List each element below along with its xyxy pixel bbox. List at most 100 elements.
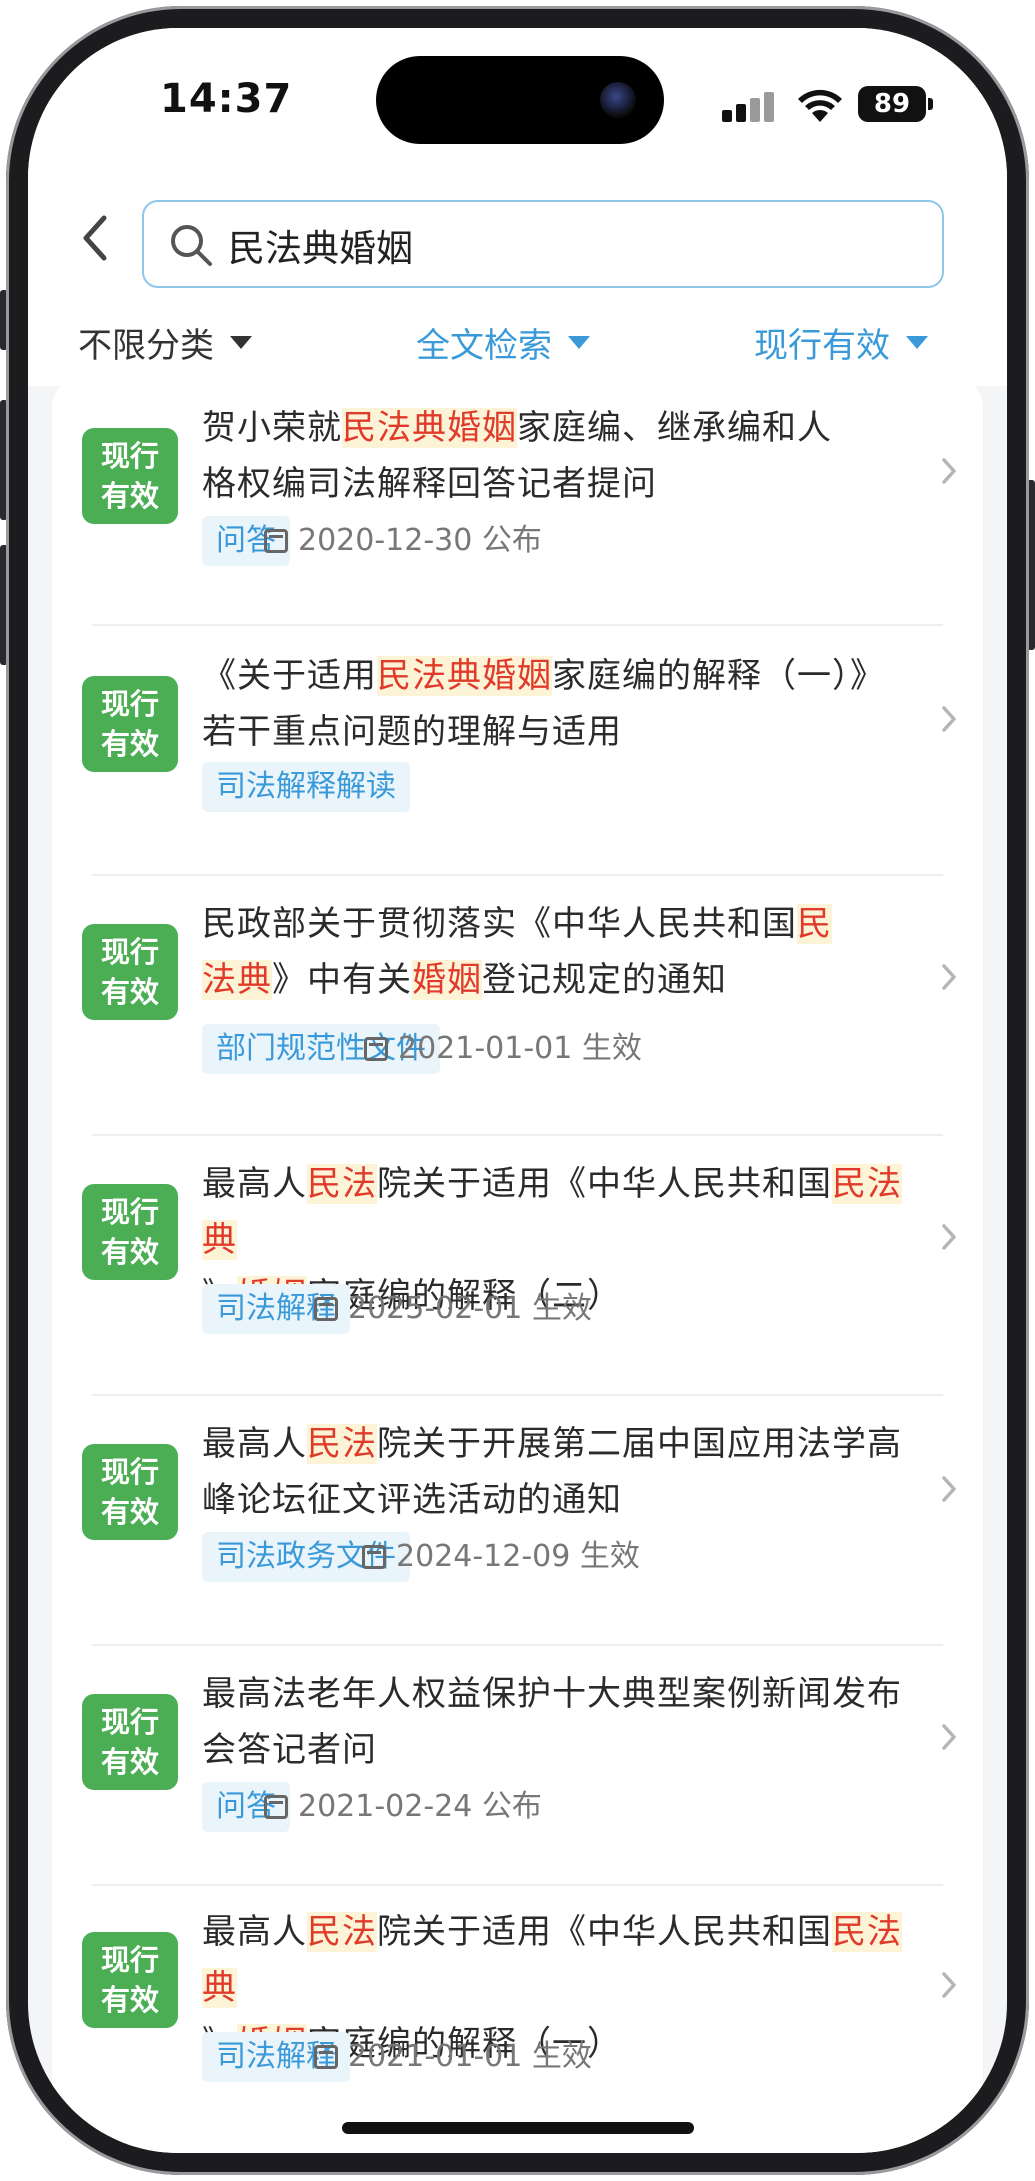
status-badge: 现行 有效	[82, 428, 178, 524]
result-title: 最高法老年人权益保护十大典型案例新闻发布会答记者问	[202, 1666, 902, 1778]
status-badge-text: 有效	[100, 1745, 159, 1779]
status-badge-text: 现行	[100, 439, 159, 473]
status-badge-text: 有效	[100, 1235, 159, 1269]
filter-search-mode[interactable]: 全文检索	[416, 318, 590, 367]
filter-search-mode-label: 全文检索	[416, 326, 552, 366]
cellular-signal-icon	[722, 88, 778, 122]
result-date-text: 2020-12-30 公布	[298, 523, 542, 558]
status-badge: 现行 有效	[82, 924, 178, 1020]
result-date: 2020-12-30 公布	[264, 516, 542, 566]
result-date: 2021-01-01 生效	[314, 2032, 592, 2082]
chevron-right-icon	[942, 1224, 956, 1250]
filter-status[interactable]: 现行有效	[754, 318, 928, 367]
title-text: 格权编司法解释回答记者提问	[202, 464, 657, 504]
status-badge-text: 有效	[100, 975, 159, 1009]
list-divider	[92, 1644, 943, 1646]
status-badge-text: 现行	[100, 1455, 159, 1489]
caret-down-icon	[906, 336, 928, 349]
title-text: 最高人	[202, 1912, 307, 1952]
list-divider	[92, 874, 943, 876]
title-text: 》中有关	[272, 960, 412, 1000]
title-text: 登记规定的通知	[482, 960, 727, 1000]
category-tag: 司法解释解读	[202, 762, 410, 812]
list-item[interactable]: 现行 有效 民政部关于贯彻落实《中华人民共和国民 法典》中有关婚姻登记规定的通知 部门规…	[52, 878, 983, 1136]
battery-tip	[928, 98, 933, 110]
title-text: 民政部关于贯彻落实《中华人民共和国	[202, 904, 797, 944]
result-title: 民政部关于贯彻落实《中华人民共和国民 法典》中有关婚姻登记规定的通知	[202, 896, 902, 1008]
status-badge-text: 有效	[100, 479, 159, 513]
status-time: 14:37	[160, 76, 293, 122]
title-text: 《关于适用	[202, 656, 377, 696]
title-highlight: 民法典婚姻	[342, 408, 517, 448]
list-item[interactable]: 现行 有效 《关于适用民法典婚姻家庭编的解释（一）》若干重点问题的理解与适用 司法解释…	[52, 630, 983, 876]
caret-down-icon	[230, 336, 252, 349]
search-box[interactable]	[142, 200, 944, 288]
result-title: 《关于适用民法典婚姻家庭编的解释（一）》若干重点问题的理解与适用	[202, 648, 902, 760]
chevron-right-icon	[942, 964, 956, 990]
calendar-icon	[362, 1545, 386, 1569]
status-bar: 14:37 89	[28, 28, 1007, 168]
results-list: 现行 有效 贺小荣就民法典婚姻家庭编、继承编和人 格权编司法解释回答记者提问 问答 202…	[52, 380, 983, 2153]
list-item[interactable]: 现行 有效 最高法老年人权益保护十大典型案例新闻发布会答记者问 问答 2021-02-2…	[52, 1648, 983, 1886]
filter-category[interactable]: 不限分类	[78, 318, 252, 367]
phone: 14:37 89 民法典婚姻 不限分类 全文检索 现行有效 现行 有效 贺小荣就…	[0, 0, 1035, 2181]
result-date-text: 2021-01-01 生效	[348, 2039, 592, 2074]
title-text: 院关于适用《中华人民共和国	[377, 1912, 832, 1952]
result-date: 2021-02-24 公布	[264, 1782, 542, 1832]
calendar-icon	[264, 529, 288, 553]
chevron-right-icon	[942, 1972, 956, 1998]
status-badge-text: 现行	[100, 1943, 159, 1977]
chevron-right-icon	[942, 1724, 956, 1750]
search-icon	[171, 225, 212, 266]
title-text: 院关于适用《中华人民共和国	[377, 1164, 832, 1204]
calendar-icon	[364, 1037, 388, 1061]
status-badge: 现行 有效	[82, 676, 178, 772]
title-text: 贺小荣就	[202, 408, 342, 448]
status-badge-text: 现行	[100, 1705, 159, 1739]
battery-icon: 89	[858, 86, 926, 122]
home-indicator[interactable]	[342, 2122, 694, 2134]
camera-icon	[600, 82, 636, 118]
title-highlight: 民法	[307, 1164, 377, 1204]
title-highlight: 民法	[307, 1912, 377, 1952]
status-badge-text: 现行	[100, 687, 159, 721]
status-badge-text: 有效	[100, 727, 159, 761]
title-text: 最高人	[202, 1424, 307, 1464]
filter-bar: 不限分类 全文检索 现行有效	[28, 318, 1007, 378]
result-title: 贺小荣就民法典婚姻家庭编、继承编和人格权编司法解释回答记者提问	[202, 400, 902, 512]
chevron-right-icon	[942, 458, 956, 484]
list-divider	[92, 1134, 943, 1136]
search-input[interactable]	[228, 216, 928, 274]
title-text: 最高法老年人权益保护十大典型案例新闻发	[202, 1674, 867, 1714]
calendar-icon	[314, 1297, 338, 1321]
calendar-icon	[264, 1795, 288, 1819]
result-date: 2025-02-01 生效	[314, 1284, 592, 1334]
status-badge-text: 现行	[100, 935, 159, 969]
result-title: 最高人民法院关于开展第二届中国应用法学高峰论坛征文评选活动的通知	[202, 1416, 902, 1528]
title-highlight: 民	[797, 904, 832, 944]
calendar-icon	[314, 2045, 338, 2069]
chevron-right-icon	[942, 1476, 956, 1502]
chevron-right-icon	[942, 706, 956, 732]
status-badge-text: 现行	[100, 1195, 159, 1229]
title-text: 家庭编、继承编和人	[517, 408, 832, 448]
result-date: 2024-12-09 生效	[362, 1532, 640, 1582]
list-divider	[92, 624, 943, 626]
filter-category-label: 不限分类	[78, 326, 214, 366]
result-date-text: 2024-12-09 生效	[396, 1539, 640, 1574]
list-item[interactable]: 现行 有效 贺小荣就民法典婚姻家庭编、继承编和人 格权编司法解释回答记者提问 问答 202…	[52, 380, 983, 626]
status-badge: 现行 有效	[82, 1694, 178, 1790]
list-item[interactable]: 现行有效最高人民法院关于适用《中华人民共和国民法典》婚姻家庭编的解释（一）司法解…	[52, 1886, 983, 2153]
result-date-text: 2021-01-01 生效	[398, 1031, 642, 1066]
result-date-text: 2025-02-01 生效	[348, 1291, 592, 1326]
title-text: 家庭编的解释	[552, 656, 762, 696]
back-chevron-icon[interactable]	[72, 208, 120, 268]
status-badge-text: 有效	[100, 1983, 159, 2017]
status-badge: 现行 有效	[82, 1444, 178, 1540]
list-item[interactable]: 现行 有效 最高人民法院关于开展第二届中国应用法学高峰论坛征文评选活动的通知 司法政务…	[52, 1398, 983, 1646]
list-item[interactable]: 现行有效最高人民法院关于适用《中华人民共和国民法典》婚姻家庭编的解释（二）司法解…	[52, 1138, 983, 1396]
filter-status-label: 现行有效	[754, 326, 890, 366]
screen: 14:37 89 民法典婚姻 不限分类 全文检索 现行有效 现行 有效 贺小荣就…	[28, 28, 1007, 2153]
title-highlight: 法典	[202, 960, 272, 1000]
title-highlight: 民法典婚姻	[377, 656, 552, 696]
